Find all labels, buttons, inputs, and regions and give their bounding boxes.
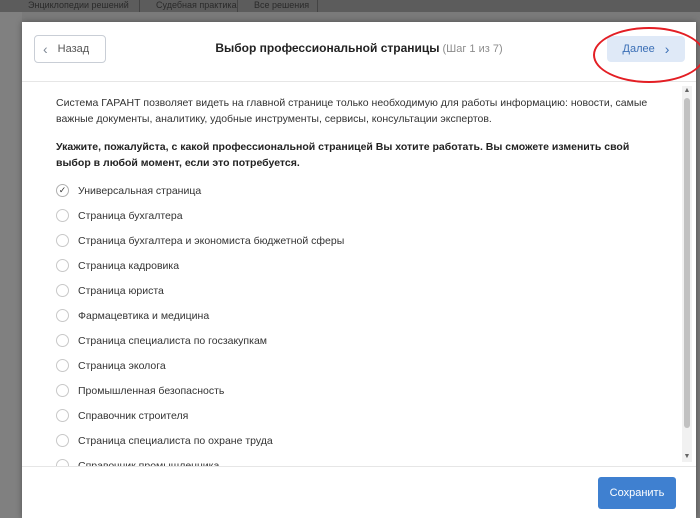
next-button[interactable]: Далее ›: [607, 36, 685, 62]
radio-icon[interactable]: [56, 234, 69, 247]
profession-page-dialog: ‹ Назад Выбор профессиональной страницы(…: [22, 22, 700, 518]
background-left-panel: [0, 12, 22, 518]
background-tab[interactable]: Все решения: [248, 0, 318, 12]
option-item[interactable]: Промышленная безопасность: [56, 378, 656, 403]
intro-text: Система ГАРАНТ позволяет видеть на главн…: [56, 97, 648, 125]
option-item[interactable]: Страница юриста: [56, 278, 656, 303]
option-item[interactable]: Страница эколога: [56, 353, 656, 378]
option-item[interactable]: Справочник промышленника: [56, 453, 656, 466]
radio-icon[interactable]: [56, 259, 69, 272]
option-item[interactable]: Страница бухгалтера и экономиста бюджетн…: [56, 228, 656, 253]
option-label: Страница бухгалтера: [78, 209, 183, 222]
scroll-down-arrow-icon[interactable]: ▼: [682, 452, 692, 462]
scroll-thumb[interactable]: [684, 98, 690, 428]
option-label: Фармацевтика и медицина: [78, 309, 210, 322]
option-label: Справочник строителя: [78, 409, 189, 422]
next-button-label: Далее: [622, 43, 655, 55]
option-item[interactable]: Страница бухгалтера: [56, 203, 656, 228]
option-label: Универсальная страница: [78, 184, 202, 197]
option-item[interactable]: Страница кадровика: [56, 253, 656, 278]
options-list: ✓ Универсальная страница Страница бухгалте…: [56, 178, 656, 466]
dialog-body: Система ГАРАНТ позволяет видеть на главн…: [22, 83, 696, 466]
dialog-title: Выбор профессиональной страницы (Шаг 1 из…: [22, 41, 696, 55]
step-indicator: (Шаг 1 из 7): [442, 43, 503, 55]
option-label: Страница специалиста по госзакупкам: [78, 334, 268, 347]
dialog-header: ‹ Назад Выбор профессиональной страницы(…: [22, 22, 700, 83]
option-label: Промышленная безопасность: [78, 384, 225, 397]
option-label: Страница кадровика: [78, 259, 180, 272]
radio-icon[interactable]: [56, 334, 69, 347]
option-item[interactable]: Страница специалиста по охране труда: [56, 428, 656, 453]
question-text: Укажите, пожалуйста, с какой профессиона…: [56, 141, 630, 169]
radio-icon[interactable]: [56, 284, 69, 297]
radio-icon[interactable]: [56, 409, 69, 422]
option-label: Страница юриста: [78, 284, 164, 297]
radio-icon[interactable]: [56, 359, 69, 372]
save-button[interactable]: Сохранить: [598, 477, 676, 509]
option-label: Страница бухгалтера и экономиста бюджетн…: [78, 234, 345, 247]
option-item[interactable]: ✓ Универсальная страница: [56, 178, 656, 203]
background-tab[interactable]: Энциклопедии решений: [22, 0, 140, 12]
radio-icon[interactable]: [56, 309, 69, 322]
scrollbar[interactable]: ▲ ▼: [682, 86, 692, 462]
option-item[interactable]: Страница специалиста по госзакупкам: [56, 328, 656, 353]
page-title: Выбор профессиональной страницы: [215, 41, 440, 55]
radio-icon[interactable]: [56, 209, 69, 222]
dialog-footer: Сохранить: [22, 466, 696, 518]
option-item[interactable]: Фармацевтика и медицина: [56, 303, 656, 328]
option-item[interactable]: Справочник строителя: [56, 403, 656, 428]
radio-icon[interactable]: [56, 384, 69, 397]
scroll-up-arrow-icon[interactable]: ▲: [682, 86, 692, 96]
radio-icon[interactable]: [56, 459, 69, 466]
radio-icon[interactable]: [56, 434, 69, 447]
option-label: Страница специалиста по охране труда: [78, 434, 273, 447]
option-label: Страница эколога: [78, 359, 166, 372]
background-top-nav: Энциклопедии решений Судебная практика В…: [0, 0, 700, 12]
background-tab[interactable]: Судебная практика: [150, 0, 238, 12]
chevron-right-icon: ›: [664, 41, 670, 57]
radio-checked-icon[interactable]: ✓: [56, 184, 69, 197]
